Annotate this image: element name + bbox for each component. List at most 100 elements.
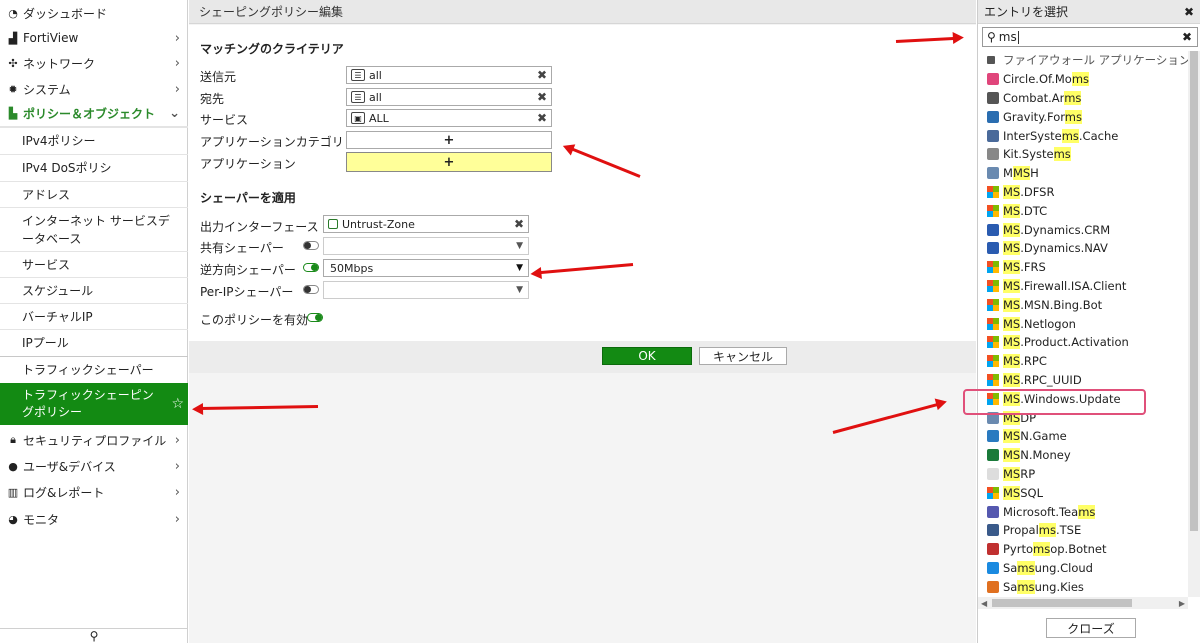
entries-container: Circle.Of.Moms Combat.Arms Gravity.Forms In… [978, 70, 1188, 596]
sidebar-item-label: ネットワーク [23, 56, 96, 71]
app-category-add-button[interactable]: + [346, 131, 552, 149]
sidebar-item-traffic-shaper[interactable]: トラフィックシェーパー [0, 356, 188, 382]
sidebar-item-fortiview[interactable]: ▟ FortiView › [0, 25, 188, 51]
list-item-label: MMSH [1003, 166, 1039, 181]
sidebar-item-virtual-ip[interactable]: バーチャルIP [0, 303, 188, 329]
scroll-thumb[interactable] [992, 599, 1132, 607]
scroll-thumb[interactable] [1190, 51, 1198, 531]
list-item[interactable]: MS.MSN.Bing.Bot [978, 295, 1188, 314]
list-item[interactable]: MS.DTC [978, 201, 1188, 220]
application-add-button[interactable]: + [346, 152, 552, 172]
list-item[interactable]: Propalms.TSE [978, 521, 1188, 540]
list-item[interactable]: MSRP [978, 465, 1188, 484]
list-item[interactable]: MS.Netlogon [978, 314, 1188, 333]
list-item[interactable]: MS.DFSR [978, 183, 1188, 202]
list-item[interactable]: MS.RPC [978, 352, 1188, 371]
perip-shaper-toggle[interactable] [303, 285, 319, 294]
reverse-shaper-toggle[interactable] [303, 263, 319, 272]
search-icon[interactable]: ⚲ [90, 629, 99, 643]
list-item[interactable]: Circle.Of.Moms [978, 70, 1188, 89]
list-item-label: MS.FRS [1003, 260, 1046, 275]
microsoft-icon [987, 336, 999, 349]
list-item[interactable]: MSSQL [978, 483, 1188, 502]
network-icon: ✣ [8, 56, 18, 70]
plus-icon: + [443, 132, 455, 148]
sidebar-item-ip-pool[interactable]: IPプール [0, 329, 188, 355]
list-item[interactable]: Kit.Systems [978, 145, 1188, 164]
list-item[interactable]: MSN.Money [978, 446, 1188, 465]
sidebar-item-address[interactable]: アドレス [0, 181, 188, 207]
list-item-label: Circle.Of.Moms [1003, 72, 1090, 87]
enable-policy-toggle[interactable] [307, 313, 323, 322]
remove-icon[interactable]: ✖ [514, 217, 524, 231]
chevron-down-icon: ▼ [516, 263, 523, 273]
sidebar-item-ipv4-dos-policy[interactable]: IPv4 DoSポリシ [0, 154, 188, 180]
list-item[interactable]: Pyrtomsop.Botnet [978, 540, 1188, 559]
list-item-label: MS.RPC_UUID [1003, 372, 1082, 387]
remove-icon[interactable]: ✖ [537, 90, 547, 104]
list-item[interactable]: Samsung.Cloud [978, 559, 1188, 578]
combat-arms-icon [987, 91, 999, 104]
chevron-right-icon: › [174, 458, 180, 474]
cancel-button[interactable]: キャンセル [699, 347, 787, 365]
sidebar-search[interactable]: ⚲ [0, 628, 188, 643]
list-item[interactable]: MS.Firewall.ISA.Client [978, 277, 1188, 296]
sidebar-item-label: ポリシー＆オブジェクト [23, 107, 156, 121]
sidebar-item-policy-objects[interactable]: ▙ ポリシー＆オブジェクト ⌄ [0, 101, 188, 127]
sidebar-item-monitor[interactable]: ◕ モニタ › [0, 506, 188, 532]
entry-search-input[interactable]: ⚲ ms ✖ [982, 27, 1198, 47]
sidebar-item-services[interactable]: サービス [0, 251, 188, 277]
sidebar-item-user-device[interactable]: ● ユーザ&デバイス › [0, 453, 188, 479]
sidebar-item-security-profiles[interactable]: 🔒︎ セキュリティプロファイル › [0, 427, 188, 453]
list-item[interactable]: MMSH [978, 164, 1188, 183]
sidebar-item-schedule[interactable]: スケジュール [0, 277, 188, 303]
sidebar-item-internet-service-db[interactable]: インターネット サービスデータベース [0, 207, 188, 251]
horizontal-scrollbar[interactable]: ◀ ▶ [978, 597, 1188, 609]
list-item[interactable]: Samsung.Kies [978, 577, 1188, 596]
reverse-shaper-select[interactable]: 50Mbps ▼ [323, 259, 529, 277]
sidebar-item-ipv4-policy[interactable]: IPv4ポリシー [0, 127, 188, 153]
list-item[interactable]: Gravity.Forms [978, 107, 1188, 126]
list-item[interactable]: MS.Product.Activation [978, 333, 1188, 352]
blank-icon [987, 467, 999, 480]
perip-shaper-select[interactable]: ▼ [323, 281, 529, 299]
close-button[interactable]: クローズ [1046, 618, 1136, 638]
chevron-right-icon: › [174, 484, 180, 500]
scroll-left-icon[interactable]: ◀ [981, 599, 987, 608]
destination-field[interactable]: ☰ all ✖ [346, 88, 552, 106]
shared-shaper-toggle[interactable] [303, 241, 319, 250]
list-item-label: MSSQL [1003, 485, 1043, 500]
sidebar-item-dashboard[interactable]: ◔ ダッシュボード [0, 0, 188, 26]
vertical-scrollbar[interactable] [1188, 51, 1200, 597]
sidebar-item-network[interactable]: ✣ ネットワーク › [0, 50, 188, 76]
list-item[interactable]: Microsoft.Teams [978, 502, 1188, 521]
source-label: 送信元 [200, 70, 237, 84]
sidebar-item-traffic-shaping-policy[interactable]: トラフィックシェーピングポリシー ☆ [0, 383, 188, 425]
list-item[interactable]: Combat.Arms [978, 89, 1188, 108]
list-item[interactable]: InterSystems.Cache [978, 126, 1188, 145]
sidebar-item-label: ログ&レポート [23, 485, 105, 500]
list-item[interactable]: MS.FRS [978, 258, 1188, 277]
collapse-icon[interactable] [987, 56, 995, 65]
source-field[interactable]: ☰ all ✖ [346, 66, 552, 84]
list-item-label: MS.DTC [1003, 203, 1048, 218]
microsoft-icon [987, 355, 999, 368]
clear-search-icon[interactable]: ✖ [1182, 30, 1192, 44]
out-interface-field[interactable]: Untrust-Zone ✖ [323, 215, 529, 233]
list-item[interactable]: MS.RPC_UUID [978, 371, 1188, 390]
list-item[interactable]: MSN.Game [978, 427, 1188, 446]
sidebar-item-log-report[interactable]: ▥ ログ&レポート › [0, 479, 188, 505]
service-field[interactable]: ▣ ALL ✖ [346, 109, 552, 127]
shared-shaper-select[interactable]: ▼ [323, 237, 529, 255]
sidebar-item-system[interactable]: ✹ システム › [0, 76, 188, 102]
scroll-right-icon[interactable]: ▶ [1179, 599, 1185, 608]
list-item[interactable]: MS.Dynamics.CRM [978, 220, 1188, 239]
remove-icon[interactable]: ✖ [537, 111, 547, 125]
star-icon[interactable]: ☆ [171, 396, 184, 413]
sidebar: ◔ ダッシュボード ▟ FortiView › ✣ ネットワーク › ✹ システム › ▙ ポリ… [0, 0, 188, 643]
remove-icon[interactable]: ✖ [537, 68, 547, 82]
close-icon[interactable]: ✖ [1184, 0, 1194, 24]
list-item[interactable]: MS.Dynamics.NAV [978, 239, 1188, 258]
entry-panel-header: エントリを選択 ✖ [978, 0, 1200, 24]
ok-button[interactable]: OK [602, 347, 692, 365]
